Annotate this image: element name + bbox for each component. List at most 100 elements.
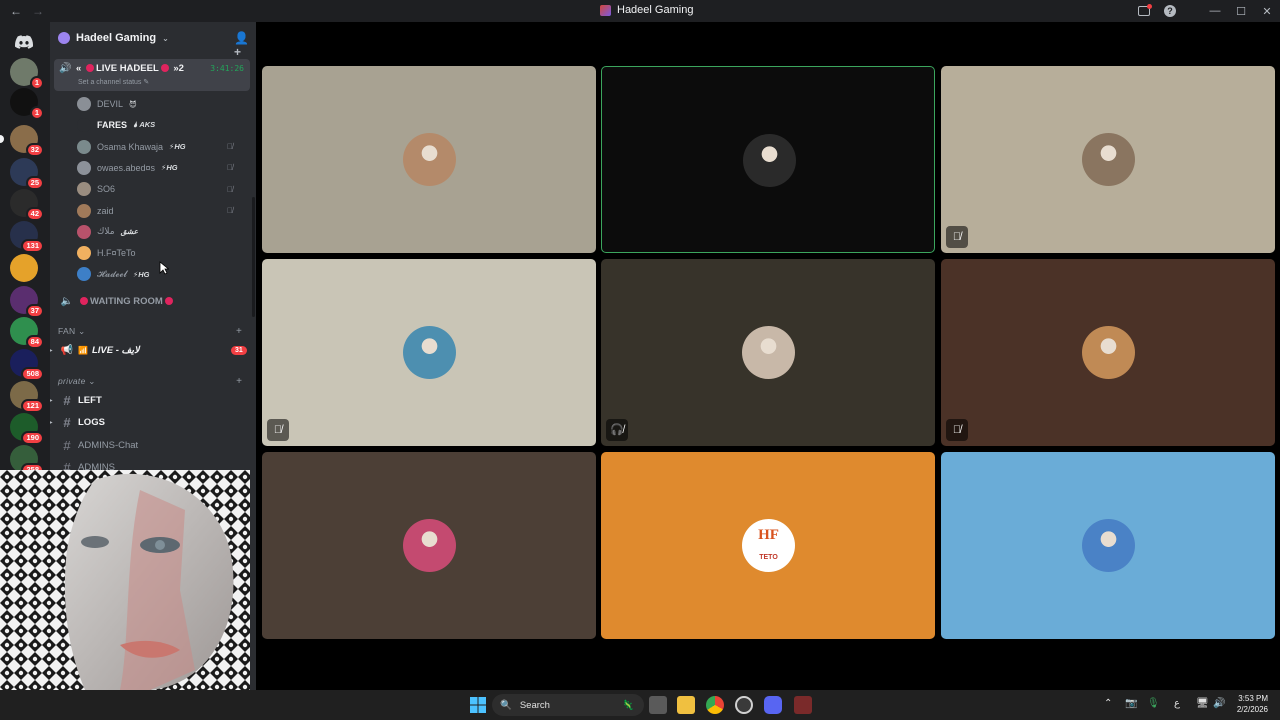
server-header[interactable]: Hadeel Gaming ⌄ 👤+ <box>50 22 256 59</box>
chevron-down-icon: ⌄ <box>162 33 169 43</box>
game-app-icon[interactable] <box>794 696 812 714</box>
minimize-button[interactable]: — <box>1202 5 1228 17</box>
server-icon-2[interactable]: 32 <box>0 125 44 157</box>
voice-member[interactable]: DEVIL 😈 <box>77 95 137 113</box>
close-button[interactable]: ✕ <box>1254 5 1280 18</box>
video-stage: 🎙̸ 🎙̸ 🎧̸ 🎙̸ HF TETO <box>256 22 1280 690</box>
participant-tile[interactable] <box>262 452 596 639</box>
member-name: DEVIL <box>97 99 124 109</box>
taskbar-clock[interactable]: 3:53 PM 2/2/2026 <box>1237 693 1268 715</box>
sidebar-scrollbar[interactable] <box>252 197 255 317</box>
server-icon-1[interactable]: 1 <box>10 88 44 120</box>
language-indicator[interactable]: ع <box>1174 698 1180 709</box>
voice-channel-live-hadeel[interactable]: 🔊 « LIVE HADEEL »2 3:41:26 Set a channel… <box>54 59 250 91</box>
participant-tile[interactable] <box>941 452 1275 639</box>
participant-avatar <box>742 326 795 379</box>
participant-tile[interactable]: 🎙̸ <box>262 259 596 446</box>
participant-tile[interactable]: HF TETO <box>601 452 935 639</box>
chrome-icon[interactable] <box>706 696 724 714</box>
server-icon-10[interactable]: 121 <box>10 381 44 413</box>
participant-tile[interactable]: 🎙̸ <box>941 66 1275 253</box>
history-nav: ← → <box>0 4 44 18</box>
window-title: Hadeel Gaming <box>600 4 693 16</box>
file-explorer-icon[interactable] <box>677 696 695 714</box>
back-arrow-icon[interactable]: ← <box>10 4 22 18</box>
server-icon-9[interactable]: 508 <box>10 349 44 381</box>
channel-name: LIVE - لايف <box>91 344 140 356</box>
mention-badge: 131 <box>21 239 44 253</box>
mention-badge: 508 <box>21 367 44 381</box>
voice-member[interactable]: FARES 🌢 AKS <box>77 116 155 134</box>
hashtag-icon: # <box>63 437 71 453</box>
mention-badge: 121 <box>21 399 44 413</box>
tray-overflow-icon[interactable]: ⌃ <box>1104 698 1112 709</box>
forward-arrow-icon[interactable]: → <box>32 4 44 18</box>
voice-member[interactable]: H.F¤TeTo <box>77 244 136 262</box>
voice-member[interactable]: zaid 🎙̸ <box>77 202 233 220</box>
participant-avatar <box>403 133 456 186</box>
server-icon-7[interactable]: 37 <box>10 286 44 318</box>
voice-member[interactable]: Osama Khawaja ⚡HG 🎙̸ <box>77 138 233 156</box>
voice-channel-waiting-room[interactable]: 🔈 WAITING ROOM <box>58 292 175 310</box>
discord-window: ← → Hadeel Gaming ? — ☐ ✕ 1 1 32 25 42 131 37 8… <box>0 0 1280 720</box>
voice-member[interactable]: SO6 🎙̸ <box>77 180 233 198</box>
channel-status-text: Set a channel status <box>78 79 142 86</box>
server-icon-11[interactable]: 190 <box>10 413 44 445</box>
discord-taskbar-icon[interactable] <box>764 696 782 714</box>
caret-right-icon: ▶ <box>50 397 53 404</box>
mention-badge: 42 <box>25 207 44 221</box>
taskbar-search[interactable]: 🔍 Search 🦎 <box>492 694 644 716</box>
add-channel-icon[interactable]: + <box>236 326 242 337</box>
channel-live-fan[interactable]: ▶ 📢 📶 LIVE - لايف 31 <box>50 341 247 359</box>
app-icon[interactable] <box>735 696 753 714</box>
add-channel-icon[interactable]: + <box>236 376 242 387</box>
channel-name-text: LIVE HADEEL <box>95 63 159 74</box>
server-icon-3[interactable]: 25 <box>10 158 44 190</box>
camera-off-icon[interactable]: 📷 <box>1125 698 1137 709</box>
participant-tile[interactable] <box>601 66 935 253</box>
caret-right-icon: ▶ <box>50 347 53 354</box>
server-icon-4[interactable]: 42 <box>10 189 44 221</box>
discord-home-icon[interactable] <box>10 28 38 56</box>
category-private[interactable]: private ⌄ + <box>58 376 242 387</box>
mic-muted-icon: 🎙̸ <box>946 226 968 248</box>
member-name: ملاك <box>97 226 115 237</box>
voice-member[interactable]: ملاك عشق <box>77 223 138 241</box>
avatar <box>77 97 91 111</box>
microphone-icon[interactable]: 🎙 <box>1147 698 1160 709</box>
text-channel[interactable]: ▶ # LOGS <box>50 414 105 432</box>
voice-member[interactable]: owaes.abed¤s ⚡HG 🎙̸ <box>77 159 233 177</box>
red-dot-icon <box>164 297 173 305</box>
windows-start-icon[interactable] <box>469 696 487 714</box>
participant-avatar <box>403 519 456 572</box>
volume-icon[interactable]: 🔊 <box>1213 698 1225 709</box>
participant-tile[interactable]: 🎧̸ <box>601 259 935 446</box>
invite-people-icon[interactable]: 👤+ <box>234 31 249 59</box>
text-channel[interactable]: # ADMINS-Chat <box>58 436 138 454</box>
category-fan[interactable]: FAN ⌄ + <box>58 326 242 337</box>
voice-member[interactable]: 𝓗𝓪𝓭𝓮𝓮𝓵 ⚡HG <box>77 265 150 283</box>
member-name: zaid <box>97 205 114 216</box>
network-icon[interactable]: 🖥 <box>1196 698 1209 709</box>
participant-tile[interactable] <box>262 66 596 253</box>
participant-tile[interactable]: 🎙̸ <box>941 259 1275 446</box>
clock-time: 3:53 PM <box>1238 694 1268 703</box>
speaker-icon: 🔊 <box>59 63 72 74</box>
maximize-button[interactable]: ☐ <box>1228 5 1254 18</box>
clock-date: 2/2/2026 <box>1236 705 1268 714</box>
server-icon-0[interactable]: 1 <box>10 58 44 90</box>
channel-status[interactable]: Set a channel status ✎ <box>78 78 149 86</box>
search-highlight-icon: 🦎 <box>622 699 634 711</box>
participant-avatar: HF TETO <box>742 519 795 572</box>
server-icon-8[interactable]: 84 <box>10 317 44 349</box>
server-icon-6[interactable] <box>10 254 38 282</box>
server-icon-12[interactable]: 258 <box>10 445 44 477</box>
server-icon-5[interactable]: 131 <box>10 221 44 253</box>
inbox-icon[interactable] <box>1138 4 1152 16</box>
help-icon[interactable]: ? <box>1164 5 1176 17</box>
avatar <box>77 160 91 175</box>
text-channel[interactable]: ▶ # LEFT <box>50 391 102 409</box>
mention-badge: 190 <box>21 431 44 445</box>
task-view-icon[interactable] <box>649 696 667 714</box>
avatar <box>77 224 91 239</box>
